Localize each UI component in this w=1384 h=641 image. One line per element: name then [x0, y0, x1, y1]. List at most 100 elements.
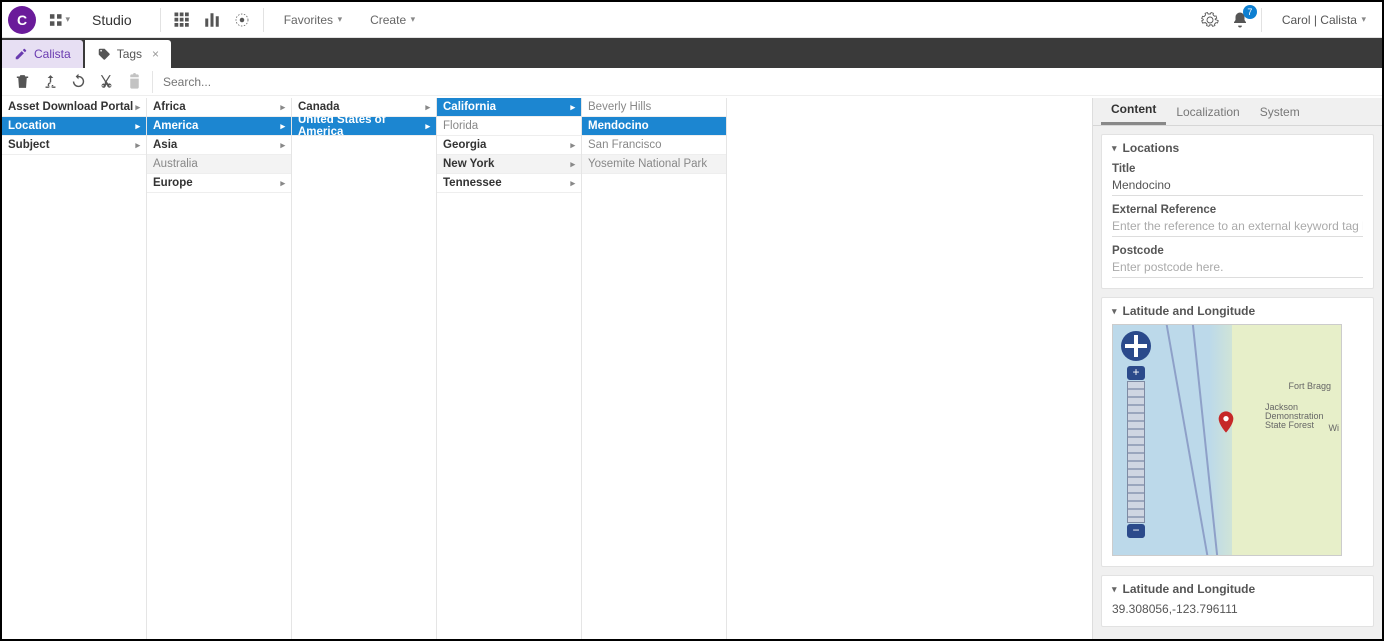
tree-row[interactable]: Beverly Hills: [582, 98, 726, 117]
col-3: Canada▸United States of America▸: [292, 98, 437, 639]
close-icon[interactable]: ×: [152, 47, 159, 61]
tree-row-label: United States of America: [298, 114, 425, 138]
divider: [152, 71, 153, 93]
tree-row-label: Subject: [8, 139, 50, 151]
chevron-right-icon: ▸: [280, 121, 285, 132]
panel-tab-localization[interactable]: Localization: [1166, 99, 1249, 125]
card-heading[interactable]: ▾Latitude and Longitude: [1112, 304, 1363, 318]
search-input[interactable]: [157, 71, 1376, 93]
tree-row-label: Beverly Hills: [588, 101, 651, 113]
chevron-right-icon: ▸: [570, 159, 575, 170]
external-reference-field[interactable]: [1112, 216, 1363, 237]
tab-tags[interactable]: Tags ×: [85, 40, 171, 68]
toolbar: [2, 68, 1382, 96]
col-4: California▸FloridaGeorgia▸New York▸Tenne…: [437, 98, 582, 639]
settings-icon[interactable]: [1199, 9, 1221, 31]
divider: [1261, 8, 1262, 32]
tree-row[interactable]: Mendocino: [582, 117, 726, 136]
tree-row[interactable]: America ▸: [147, 117, 291, 136]
user-menu[interactable]: Carol | Calista ▾: [1282, 13, 1366, 27]
tree-row[interactable]: Tennessee▸: [437, 174, 581, 193]
tab-label: Tags: [117, 47, 142, 61]
notifications-icon[interactable]: 7: [1229, 9, 1251, 31]
tree-row-label: America: [153, 120, 198, 132]
tree-row[interactable]: New York ▸: [437, 155, 581, 174]
col-empty: [727, 98, 1092, 639]
title-field[interactable]: [1112, 175, 1363, 196]
map-pan-control[interactable]: [1121, 331, 1151, 361]
tree-row[interactable]: Florida: [437, 117, 581, 136]
card-locations: ▾Locations Title External Reference Post…: [1101, 134, 1374, 289]
tree-row-label: Asia: [153, 139, 177, 151]
divider: [160, 8, 161, 32]
tree-row[interactable]: San Francisco: [582, 136, 726, 155]
tree-row-label: Yosemite National Park: [588, 158, 707, 170]
tab-label: Calista: [34, 47, 71, 61]
create-menu[interactable]: Create ▾: [370, 13, 415, 27]
card-heading[interactable]: ▾Locations: [1112, 141, 1363, 155]
tree-row[interactable]: Yosemite National Park: [582, 155, 726, 174]
apps-icon[interactable]: ▾: [48, 9, 70, 31]
panel-tab-content[interactable]: Content: [1101, 98, 1166, 125]
analytics-icon[interactable]: [201, 9, 223, 31]
map-controls: + −: [1123, 331, 1149, 539]
zoom-out-button[interactable]: −: [1127, 524, 1145, 538]
postcode-field[interactable]: [1112, 257, 1363, 278]
main-area: Asset Download Portal▸Location▸Subject▸ …: [2, 98, 1382, 639]
tree-row[interactable]: Australia: [147, 155, 291, 174]
tab-calista[interactable]: Calista: [2, 40, 83, 68]
tree-row-label: Location: [8, 120, 56, 132]
map-pin-icon: [1218, 411, 1234, 433]
tree-row[interactable]: Asia ▸: [147, 136, 291, 155]
chevron-right-icon: ▸: [425, 102, 430, 113]
refresh-icon[interactable]: [67, 71, 89, 93]
tree-row[interactable]: Georgia▸: [437, 136, 581, 155]
favorites-menu[interactable]: Favorites ▾: [284, 13, 342, 27]
chevron-right-icon: ▸: [280, 140, 285, 151]
chevron-right-icon: ▸: [570, 178, 575, 189]
tree-row[interactable]: Europe▸: [147, 174, 291, 193]
chevron-right-icon: ▸: [570, 102, 575, 113]
chevron-right-icon: ▸: [570, 140, 575, 151]
zoom-slider[interactable]: [1127, 381, 1145, 523]
card-heading[interactable]: ▾Latitude and Longitude: [1112, 582, 1363, 596]
grid-icon[interactable]: [171, 9, 193, 31]
chevron-right-icon: ▸: [135, 102, 140, 113]
tree-row[interactable]: Location ▸: [2, 117, 146, 136]
chevron-right-icon: ▸: [135, 121, 140, 132]
top-bar: C ▾ Studio Favorites ▾ Create ▾ 7 Carol …: [2, 2, 1382, 38]
map-label: Wi: [1329, 423, 1340, 433]
col-1: Asset Download Portal▸Location▸Subject▸: [2, 98, 147, 639]
tree-row-label: New York: [443, 158, 494, 170]
chevron-right-icon: ▸: [425, 121, 430, 132]
zoom-in-button[interactable]: +: [1127, 366, 1145, 380]
map-label: Jackson Demonstration State Forest: [1265, 403, 1335, 430]
tree-row[interactable]: Asset Download Portal▸: [2, 98, 146, 117]
col-2: Africa▸ America ▸ Asia ▸ AustraliaEurope▸: [147, 98, 292, 639]
map-widget[interactable]: Fort Bragg Jackson Demonstration State F…: [1112, 324, 1342, 556]
focus-icon[interactable]: [231, 9, 253, 31]
label-extref: External Reference: [1112, 204, 1363, 216]
panel-tabs: Content Localization System: [1093, 98, 1382, 126]
tree-row-label: Florida: [443, 120, 478, 132]
label-title: Title: [1112, 163, 1363, 175]
card-map: ▾Latitude and Longitude Fort Bragg Jacks…: [1101, 297, 1374, 567]
tree-row-label: California: [443, 101, 496, 113]
latlong-value: 39.308056,-123.796111: [1112, 602, 1363, 616]
tree-row[interactable]: Subject▸: [2, 136, 146, 155]
tree-row[interactable]: Africa▸: [147, 98, 291, 117]
tree-row-label: Asset Download Portal: [8, 101, 133, 113]
label-postcode: Postcode: [1112, 245, 1363, 257]
withdraw-icon[interactable]: [39, 71, 61, 93]
tree-row[interactable]: California ▸: [437, 98, 581, 117]
brand-logo[interactable]: C: [8, 6, 36, 34]
delete-icon[interactable]: [11, 71, 33, 93]
card-latlong: ▾Latitude and Longitude 39.308056,-123.7…: [1101, 575, 1374, 627]
tree-row-label: Africa: [153, 101, 186, 113]
tree-row[interactable]: United States of America▸: [292, 117, 436, 136]
paste-icon[interactable]: [123, 71, 145, 93]
column-browser: Asset Download Portal▸Location▸Subject▸ …: [2, 98, 1092, 639]
cut-icon[interactable]: [95, 71, 117, 93]
tree-row-label: San Francisco: [588, 139, 662, 151]
panel-tab-system[interactable]: System: [1250, 99, 1310, 125]
